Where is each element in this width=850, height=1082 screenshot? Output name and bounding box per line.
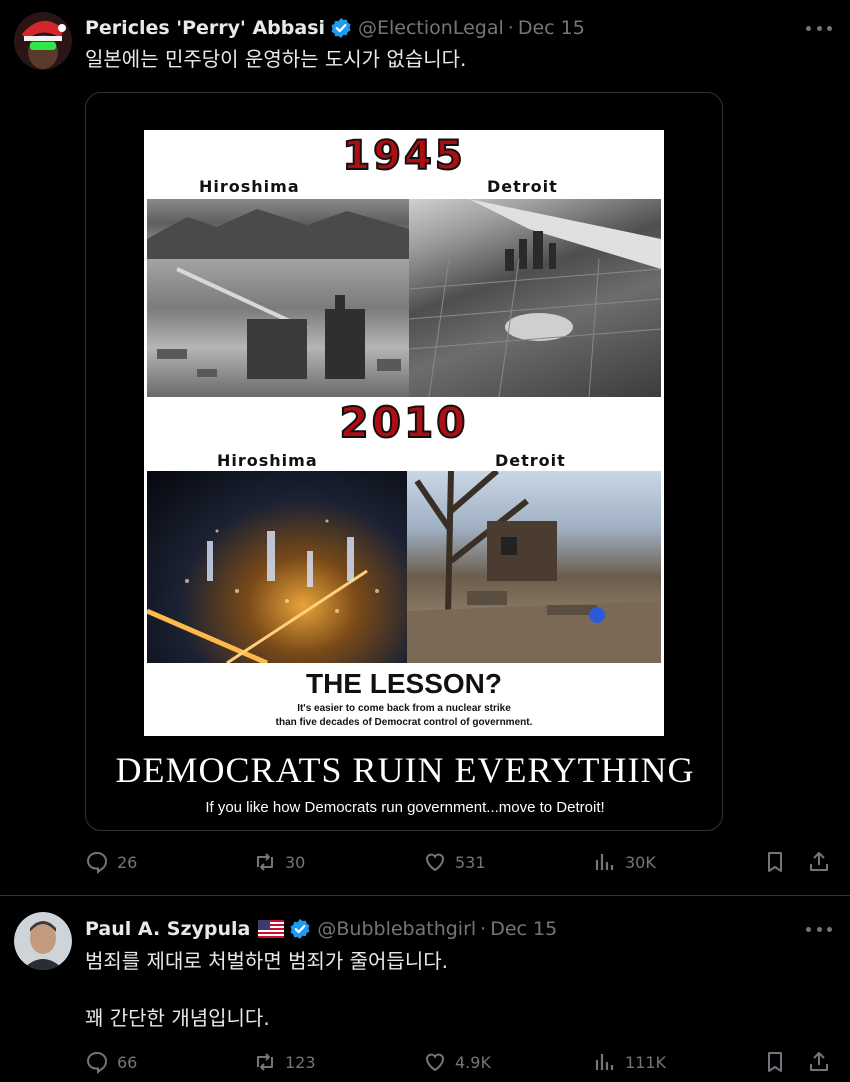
reply-icon: [86, 851, 108, 874]
author-handle[interactable]: @ElectionLegal: [358, 17, 504, 39]
reply-button[interactable]: 66: [85, 1050, 137, 1074]
tweet[interactable]: Paul A. Szypula @Bubblebathgirl · Dec 15…: [0, 897, 850, 1082]
bookmark-icon: [768, 1052, 782, 1072]
bookmark-button[interactable]: [763, 850, 787, 874]
meme-headline: DEMOCRATS RUIN EVERYTHING: [115, 750, 695, 790]
repost-count: 30: [285, 852, 306, 872]
action-bar: 26 30 531 30K: [85, 850, 835, 878]
reply-count: 66: [117, 1052, 138, 1072]
share-icon: [810, 1052, 828, 1071]
verified-icon: [289, 918, 311, 940]
us-flag-icon: [258, 920, 285, 938]
repost-button[interactable]: 30: [253, 850, 305, 874]
bookmark-icon: [768, 852, 782, 872]
hiroshima-2010-photo: [147, 471, 407, 663]
year-label: 2010: [339, 397, 469, 448]
tweet-media[interactable]: 1945 Hiroshima Detroit 2010 Hiroshima De…: [85, 92, 723, 831]
avatar-image: [14, 912, 72, 970]
like-icon: [426, 853, 444, 872]
verified-icon: [330, 17, 352, 39]
like-icon: [426, 1053, 444, 1072]
like-count: 4.9K: [455, 1052, 491, 1072]
author-handle[interactable]: @Bubblebathgirl: [317, 918, 476, 940]
like-button[interactable]: 4.9K: [423, 1050, 491, 1074]
lesson-line: than five decades of Democrat control of…: [275, 717, 533, 728]
repost-icon: [257, 1053, 273, 1071]
lesson-title: THE LESSON?: [305, 668, 502, 699]
share-icon: [810, 852, 828, 871]
action-bar: 66 123 4.9K 111K: [85, 1050, 835, 1078]
separator: ·: [507, 17, 514, 39]
hiroshima-1945-photo: [147, 199, 409, 397]
author-name[interactable]: Paul A. Szypula: [85, 918, 250, 940]
share-button[interactable]: [807, 1050, 831, 1074]
views-icon: [595, 1054, 614, 1070]
city-label: Hiroshima: [217, 451, 318, 470]
reply-button[interactable]: 26: [85, 850, 137, 874]
detroit-2010-photo: [407, 471, 661, 663]
tweet-header: Pericles 'Perry' Abbasi @ElectionLegal ·…: [85, 14, 585, 42]
avatar[interactable]: [14, 912, 72, 970]
like-count: 531: [455, 852, 486, 872]
tweet-date[interactable]: Dec 15: [490, 918, 557, 940]
reply-icon: [86, 1051, 108, 1074]
reply-count: 26: [117, 852, 138, 872]
views-icon: [595, 854, 614, 870]
tweet-text: 꽤 간단한 개념입니다.: [85, 1006, 270, 1030]
repost-button[interactable]: 123: [253, 1050, 316, 1074]
views-count: 30K: [625, 852, 656, 872]
separator: ·: [480, 918, 487, 940]
detroit-1945-photo: [409, 199, 661, 397]
views-count: 111K: [625, 1052, 667, 1072]
avatar[interactable]: [14, 12, 72, 70]
year-label: 1945: [341, 132, 466, 180]
repost-icon: [257, 853, 273, 871]
meme-poster: 1945 Hiroshima Detroit 2010 Hiroshima De…: [142, 128, 666, 738]
more-icon[interactable]: [806, 919, 832, 939]
city-label: Detroit: [495, 451, 566, 470]
more-icon[interactable]: [806, 18, 832, 38]
views-button[interactable]: 30K: [593, 850, 656, 874]
tweet-date[interactable]: Dec 15: [518, 17, 585, 39]
tweet[interactable]: Pericles 'Perry' Abbasi @ElectionLegal ·…: [0, 0, 850, 896]
views-button[interactable]: 111K: [593, 1050, 666, 1074]
tweet-text: 일본에는 민주당이 운영하는 도시가 없습니다.: [85, 47, 467, 71]
author-name[interactable]: Pericles 'Perry' Abbasi: [85, 17, 325, 39]
meme-tagline: If you like how Democrats run government…: [205, 799, 605, 816]
like-button[interactable]: 531: [423, 850, 486, 874]
city-label: Detroit: [487, 177, 558, 196]
tweet-text: 범죄를 제대로 처벌하면 범죄가 줄어듭니다.: [85, 949, 448, 973]
repost-count: 123: [285, 1052, 316, 1072]
lesson-line: It's easier to come back from a nuclear …: [297, 703, 511, 714]
bookmark-button[interactable]: [763, 1050, 787, 1074]
tweet-header: Paul A. Szypula @Bubblebathgirl · Dec 15: [85, 915, 557, 943]
city-label: Hiroshima: [199, 177, 300, 196]
share-button[interactable]: [807, 850, 831, 874]
avatar-image: [14, 12, 72, 70]
